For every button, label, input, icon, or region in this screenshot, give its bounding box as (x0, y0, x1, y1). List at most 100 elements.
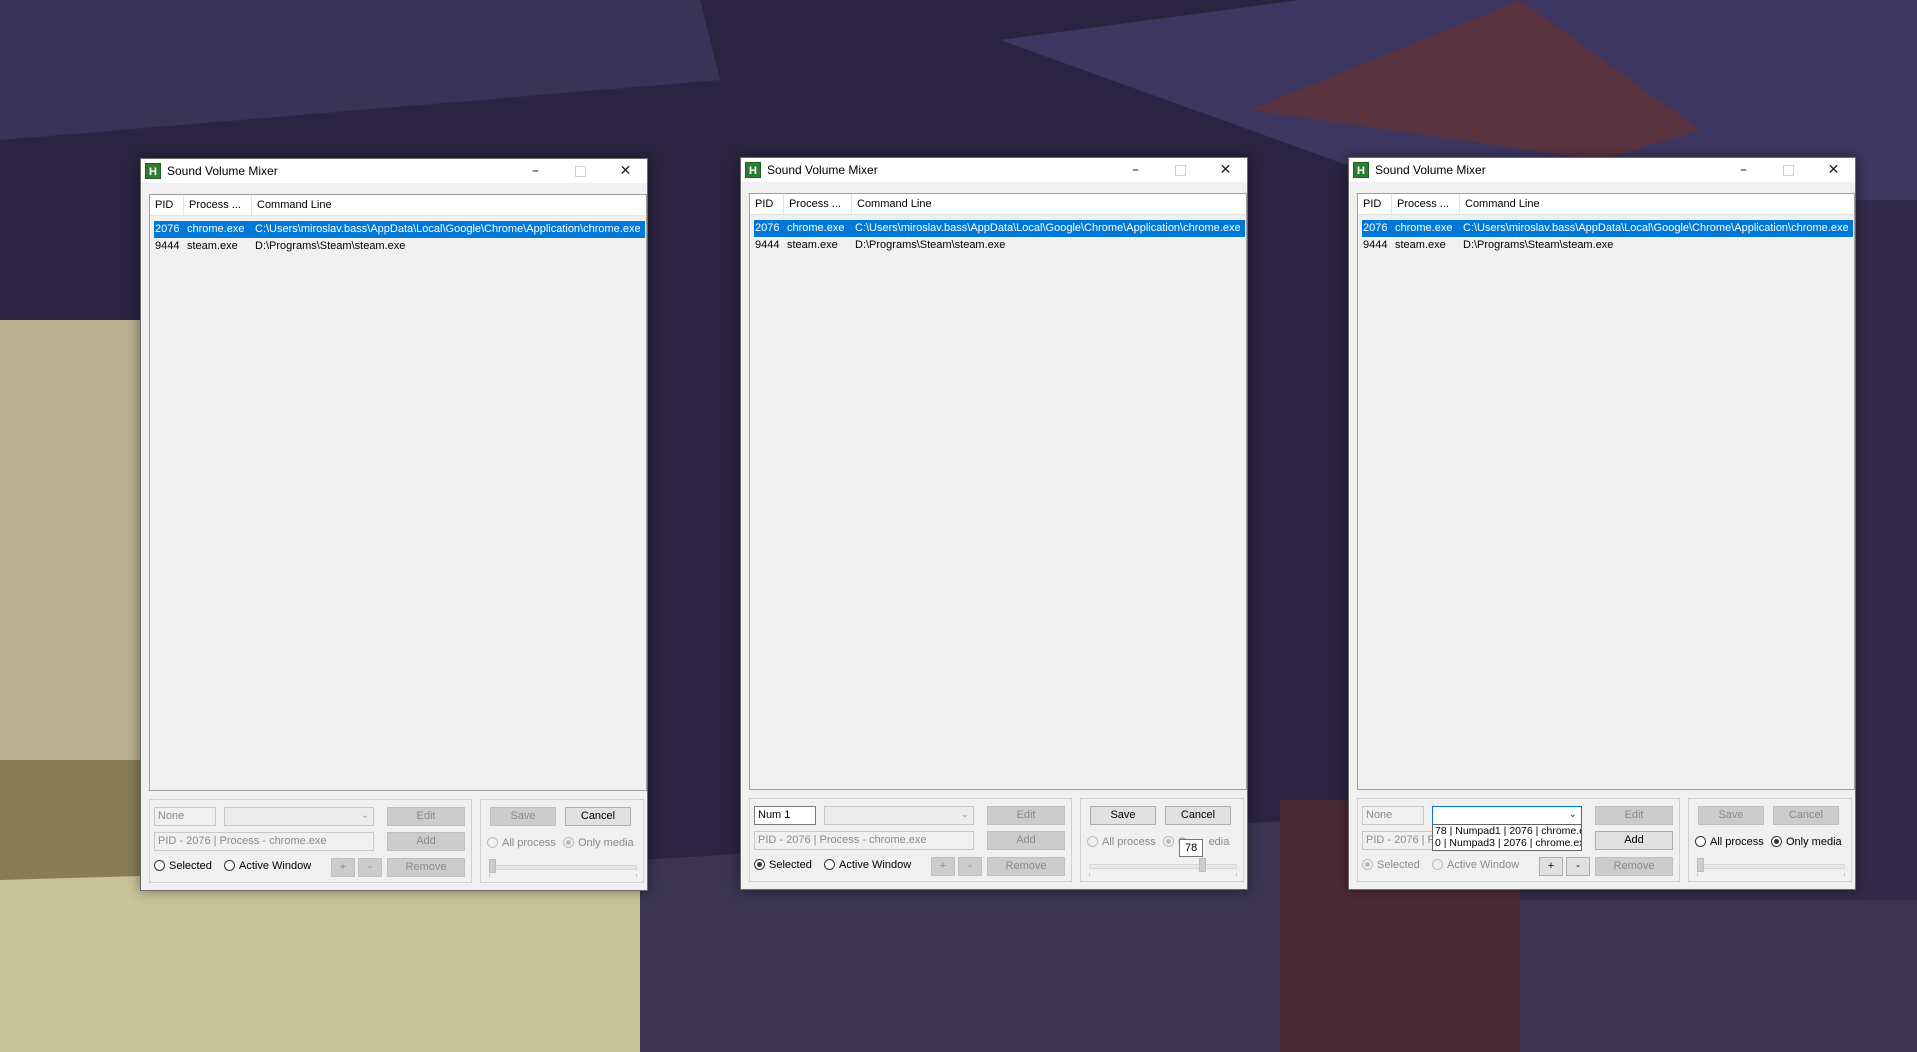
remove-button[interactable]: Remove (387, 858, 465, 877)
hotkey-panel: None ⌄ Edit PID - 2076 | P Add Selected … (1357, 798, 1680, 882)
all-process-radio[interactable]: All process (1087, 834, 1156, 850)
process-cell: chrome.exe (187, 223, 245, 235)
hotkey-panel: None ⌄ Edit PID - 2076 | Process - chrom… (149, 799, 472, 883)
table-row[interactable]: 2076 chrome.exe C:\Users\miroslav.bass\A… (754, 220, 1245, 237)
hotkey-input[interactable]: Num 1 (754, 806, 816, 825)
only-media-radio[interactable]: Only media (1771, 834, 1842, 850)
process-cell: steam.exe (1395, 239, 1446, 251)
minimize-button[interactable]: – (513, 159, 558, 183)
remove-button[interactable]: Remove (1595, 857, 1673, 876)
minimize-button[interactable]: – (1721, 158, 1766, 182)
sound-volume-mixer-window: H Sound Volume Mixer – □ ✕ PID Process .… (740, 157, 1248, 890)
all-process-radio[interactable]: All process (1695, 834, 1764, 850)
column-header-pid[interactable]: PID (750, 194, 784, 214)
column-header-pid[interactable]: PID (1358, 194, 1392, 214)
title-bar[interactable]: H Sound Volume Mixer – □ ✕ (741, 158, 1247, 182)
all-process-label: All process (502, 837, 556, 849)
sound-volume-mixer-window: H Sound Volume Mixer – □ ✕ PID Process .… (1348, 157, 1856, 890)
save-button[interactable]: Save (490, 807, 556, 826)
minus-button[interactable]: - (358, 858, 382, 877)
column-header-process[interactable]: Process ... (1392, 194, 1460, 214)
save-button[interactable]: Save (1090, 806, 1156, 825)
plus-button[interactable]: + (931, 857, 955, 876)
app-icon: H (745, 162, 761, 178)
close-button[interactable]: ✕ (1203, 158, 1248, 182)
process-list[interactable]: PID Process ... Command Line 2076 chrome… (1357, 193, 1855, 790)
chevron-down-icon: ⌄ (960, 809, 969, 820)
hotkey-combo: ⌄ (224, 807, 374, 826)
command-line-cell: C:\Users\miroslav.bass\AppData\Local\Goo… (1463, 222, 1849, 234)
cancel-button[interactable]: Cancel (565, 807, 631, 826)
process-list[interactable]: PID Process ... Command Line 2076 chrome… (149, 194, 647, 791)
process-list[interactable]: PID Process ... Command Line 2076 chrome… (749, 193, 1247, 790)
pid-cell: 9444 (155, 240, 180, 252)
add-button[interactable]: Add (1595, 831, 1673, 850)
only-media-radio[interactable]: Only media (563, 835, 634, 851)
edit-button[interactable]: Edit (987, 806, 1065, 825)
info-field: PID - 2076 | Process - chrome.exe (754, 831, 974, 850)
selected-radio-label: Selected (1377, 859, 1420, 871)
command-line-cell: D:\Programs\Steam\steam.exe (1463, 239, 1614, 251)
volume-slider[interactable] (489, 858, 637, 877)
volume-tooltip: 78 (1179, 839, 1204, 857)
edit-button[interactable]: Edit (387, 807, 465, 826)
app-icon: H (145, 163, 161, 179)
active-window-radio[interactable]: Active Window (224, 858, 311, 874)
slider-thumb[interactable] (1697, 858, 1704, 872)
window-title: Sound Volume Mixer (167, 164, 278, 178)
table-row[interactable]: 9444 steam.exe D:\Programs\Steam\steam.e… (154, 238, 645, 255)
save-panel: Save Cancel All process Oedia 78 (1080, 798, 1244, 882)
column-header-pid[interactable]: PID (150, 195, 184, 215)
hotkey-input[interactable]: None (1362, 806, 1424, 825)
plus-button[interactable]: + (331, 858, 355, 877)
plus-button[interactable]: + (1539, 857, 1563, 876)
column-header-process[interactable]: Process ... (784, 194, 852, 214)
column-header-command-line[interactable]: Command Line (852, 194, 1246, 214)
cancel-button[interactable]: Cancel (1165, 806, 1231, 825)
column-header-process[interactable]: Process ... (184, 195, 252, 215)
active-window-radio[interactable]: Active Window (824, 857, 911, 873)
window-title: Sound Volume Mixer (1375, 163, 1486, 177)
dropdown-option[interactable]: 0 | Numpad3 | 2076 | chrome.ex (1433, 837, 1581, 849)
remove-button[interactable]: Remove (987, 857, 1065, 876)
all-process-radio[interactable]: All process (487, 835, 556, 851)
table-row[interactable]: 9444 steam.exe D:\Programs\Steam\steam.e… (1362, 237, 1853, 254)
save-button[interactable]: Save (1698, 806, 1764, 825)
process-cell: chrome.exe (1395, 222, 1453, 234)
app-icon: H (1353, 162, 1369, 178)
table-row[interactable]: 2076 chrome.exe C:\Users\miroslav.bass\A… (1362, 220, 1853, 237)
title-bar[interactable]: H Sound Volume Mixer – □ ✕ (1349, 158, 1855, 182)
selected-radio[interactable]: Selected (1362, 857, 1420, 873)
column-header-command-line[interactable]: Command Line (1460, 194, 1854, 214)
title-bar[interactable]: H Sound Volume Mixer – □ ✕ (141, 159, 647, 183)
column-header-command-line[interactable]: Command Line (252, 195, 646, 215)
selected-radio[interactable]: Selected (154, 858, 212, 874)
minus-button[interactable]: - (958, 857, 982, 876)
add-button[interactable]: Add (987, 831, 1065, 850)
command-line-cell: D:\Programs\Steam\steam.exe (255, 240, 406, 252)
cancel-button[interactable]: Cancel (1773, 806, 1839, 825)
table-row[interactable]: 2076 chrome.exe C:\Users\miroslav.bass\A… (154, 221, 645, 238)
slider-thumb[interactable] (489, 859, 496, 873)
hotkey-panel: Num 1 ⌄ Edit PID - 2076 | Process - chro… (749, 798, 1072, 882)
minus-button[interactable]: - (1566, 857, 1590, 876)
active-window-radio[interactable]: Active Window (1432, 857, 1519, 873)
dropdown-option[interactable]: 78 | Numpad1 | 2076 | chrome.e (1433, 825, 1581, 837)
slider-thumb[interactable] (1199, 858, 1206, 872)
hotkey-dropdown-list[interactable]: 78 | Numpad1 | 2076 | chrome.e 0 | Numpa… (1432, 824, 1582, 851)
minimize-button[interactable]: – (1113, 158, 1158, 182)
close-button[interactable]: ✕ (1811, 158, 1856, 182)
info-field: PID - 2076 | Process - chrome.exe (154, 832, 374, 851)
table-row[interactable]: 9444 steam.exe D:\Programs\Steam\steam.e… (754, 237, 1245, 254)
close-button[interactable]: ✕ (603, 159, 648, 183)
add-button[interactable]: Add (387, 832, 465, 851)
hotkey-input[interactable]: None (154, 807, 216, 826)
all-process-label: All process (1710, 836, 1764, 848)
volume-slider[interactable] (1697, 857, 1845, 876)
volume-slider[interactable] (1089, 857, 1237, 876)
hotkey-combo[interactable]: ⌄ (1432, 806, 1582, 825)
edit-button[interactable]: Edit (1595, 806, 1673, 825)
maximize-button: □ (573, 163, 588, 179)
selected-radio[interactable]: Selected (754, 857, 812, 873)
selected-radio-label: Selected (769, 859, 812, 871)
